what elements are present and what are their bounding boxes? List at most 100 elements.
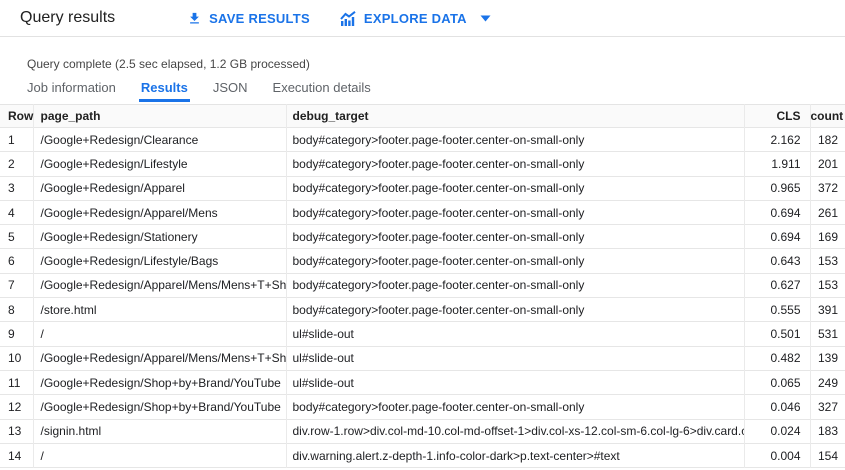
cell-count: 183 — [810, 419, 845, 444]
table-row: 2/Google+Redesign/Lifestyle body#category… — [0, 151, 845, 177]
cell-count: 327 — [810, 394, 845, 420]
cell-count: 261 — [810, 200, 845, 225]
explore-data-button[interactable]: EXPLORE DATA — [340, 11, 491, 26]
table-body: 1/Google+Redesign/Clearance body#category… — [0, 127, 845, 468]
cell-row: 5 — [0, 224, 34, 249]
cell-count: 182 — [810, 127, 845, 152]
cell-debug_target: body#category>footer.page-footer.center-… — [286, 200, 745, 225]
cell-count: 139 — [810, 346, 845, 371]
cell-row: 11 — [0, 370, 34, 395]
cell-debug_target: ul#slide-out — [286, 370, 745, 395]
results-table: Row page_path debug_target CLS count 1/Googl… — [0, 104, 845, 468]
explore-data-label: EXPLORE DATA — [363, 10, 467, 26]
cell-page_path: /Google+Redesign/Shop+by+Brand/YouTube — [33, 394, 287, 420]
cell-debug_target: body#category>footer.page-footer.center-… — [286, 394, 745, 420]
cell-count: 153 — [810, 273, 845, 298]
page-title: Query results — [20, 9, 116, 26]
cell-debug_target: ul#slide-out — [286, 321, 745, 347]
cell-debug_target: body#category>footer.page-footer.center-… — [286, 127, 745, 152]
table-row: 3/Google+Redesign/Apparel body#category>f… — [0, 176, 845, 201]
cell-cls: 0.004 — [744, 443, 811, 468]
table-row: 1/Google+Redesign/Clearance body#category… — [0, 127, 845, 152]
table-row: 7/Google+Redesign/Apparel/Mens/Mens+T+Sh… — [0, 273, 845, 298]
tabs: Job information Results JSON Execution deta… — [25, 80, 845, 102]
cell-debug_target: body#category>footer.page-footer.center-… — [286, 224, 745, 249]
table-row: 12/Google+Redesign/Shop+by+Brand/YouTube… — [0, 394, 845, 420]
column-header-debug_target: debug_target — [286, 104, 745, 128]
cell-page_path: /Google+Redesign/Shop+by+Brand/YouTube — [33, 370, 287, 395]
cell-cls: 0.627 — [744, 273, 811, 298]
cell-cls: 0.643 — [744, 248, 811, 274]
cell-count: 169 — [810, 224, 845, 249]
cell-page_path: /store.html — [33, 297, 287, 322]
cell-row: 7 — [0, 273, 34, 298]
cell-page_path: /Google+Redesign/Clearance — [33, 127, 287, 152]
table-row: 8/store.html body#category>footer.page-fo… — [0, 297, 845, 322]
chart-icon — [340, 10, 357, 26]
cell-count: 154 — [810, 443, 845, 468]
cell-page_path: /Google+Redesign/Apparel/Mens — [33, 200, 287, 225]
tab-execution-details[interactable]: Execution details — [271, 80, 373, 102]
cell-page_path: / — [33, 443, 287, 468]
cell-count: 153 — [810, 248, 845, 274]
cell-count: 531 — [810, 321, 845, 347]
cell-row: 10 — [0, 346, 34, 371]
table-row: 4/Google+Redesign/Apparel/Mens body#categ… — [0, 200, 845, 225]
cell-cls: 2.162 — [744, 127, 811, 152]
cell-page_path: /Google+Redesign/Stationery — [33, 224, 287, 249]
cell-debug_target: body#category>footer.page-footer.center-… — [286, 273, 745, 298]
cell-cls: 0.046 — [744, 394, 811, 420]
tab-job-information[interactable]: Job information — [25, 80, 118, 102]
cell-page_path: /Google+Redesign/Lifestyle — [33, 151, 287, 177]
cell-row: 4 — [0, 200, 34, 225]
column-header-cls: CLS — [744, 104, 811, 128]
cell-page_path: /Google+Redesign/Apparel/Mens/Mens+T+Shi… — [33, 346, 287, 371]
table-row: 10/Google+Redesign/Apparel/Mens/Mens+T+S… — [0, 346, 845, 371]
save-results-button[interactable]: SAVE RESULTS — [187, 11, 310, 26]
cell-cls: 0.482 — [744, 346, 811, 371]
cell-debug_target: body#category>footer.page-footer.center-… — [286, 248, 745, 274]
cell-page_path: /signin.html — [33, 419, 287, 444]
cell-row: 3 — [0, 176, 34, 201]
cell-debug_target: body#category>footer.page-footer.center-… — [286, 176, 745, 201]
cell-page_path: /Google+Redesign/Apparel — [33, 176, 287, 201]
cell-cls: 0.555 — [744, 297, 811, 322]
table-row: 11/Google+Redesign/Shop+by+Brand/YouTube… — [0, 370, 845, 395]
cell-count: 372 — [810, 176, 845, 201]
cell-count: 201 — [810, 151, 845, 177]
cell-cls: 0.501 — [744, 321, 811, 347]
cell-debug_target: ul#slide-out — [286, 346, 745, 371]
column-header-page_path: page_path — [33, 104, 287, 128]
column-header-row: Row — [0, 104, 34, 128]
cell-page_path: / — [33, 321, 287, 347]
cell-row: 13 — [0, 419, 34, 444]
caret-down-icon — [480, 15, 491, 22]
table-row: 14/div.warning.alert.z-depth-1.info-colo… — [0, 443, 845, 468]
cell-page_path: /Google+Redesign/Lifestyle/Bags — [33, 248, 287, 274]
download-icon — [187, 11, 202, 26]
cell-page_path: /Google+Redesign/Apparel/Mens/Mens+T+Shi… — [33, 273, 287, 298]
column-header-count: count — [810, 104, 845, 128]
cell-cls: 0.065 — [744, 370, 811, 395]
cell-cls: 0.694 — [744, 224, 811, 249]
table-row: 5/Google+Redesign/Stationery body#categor… — [0, 224, 845, 249]
table-row: 6/Google+Redesign/Lifestyle/Bags body#cat… — [0, 248, 845, 274]
cell-row: 6 — [0, 248, 34, 274]
topbar: Query results SAVE RESULTS EXPLORE DATA — [0, 0, 845, 37]
tab-results[interactable]: Results — [138, 80, 190, 102]
cell-count: 249 — [810, 370, 845, 395]
tab-json[interactable]: JSON — [211, 80, 250, 102]
cell-row: 12 — [0, 394, 34, 420]
cell-debug_target: div.row-1.row>div.col-md-10.col-md-offse… — [286, 419, 745, 444]
cell-row: 14 — [0, 443, 34, 468]
cell-row: 2 — [0, 151, 34, 177]
cell-debug_target: div.warning.alert.z-depth-1.info-color-d… — [286, 443, 745, 468]
cell-row: 1 — [0, 127, 34, 152]
cell-debug_target: body#category>footer.page-footer.center-… — [286, 297, 745, 322]
cell-cls: 0.694 — [744, 200, 811, 225]
cell-cls: 0.024 — [744, 419, 811, 444]
cell-cls: 0.965 — [744, 176, 811, 201]
table-row: 13/signin.html div.row-1.row>div.col-md-1… — [0, 419, 845, 444]
cell-count: 391 — [810, 297, 845, 322]
table-row: 9/ul#slide-out 0.501 531 — [0, 321, 845, 347]
